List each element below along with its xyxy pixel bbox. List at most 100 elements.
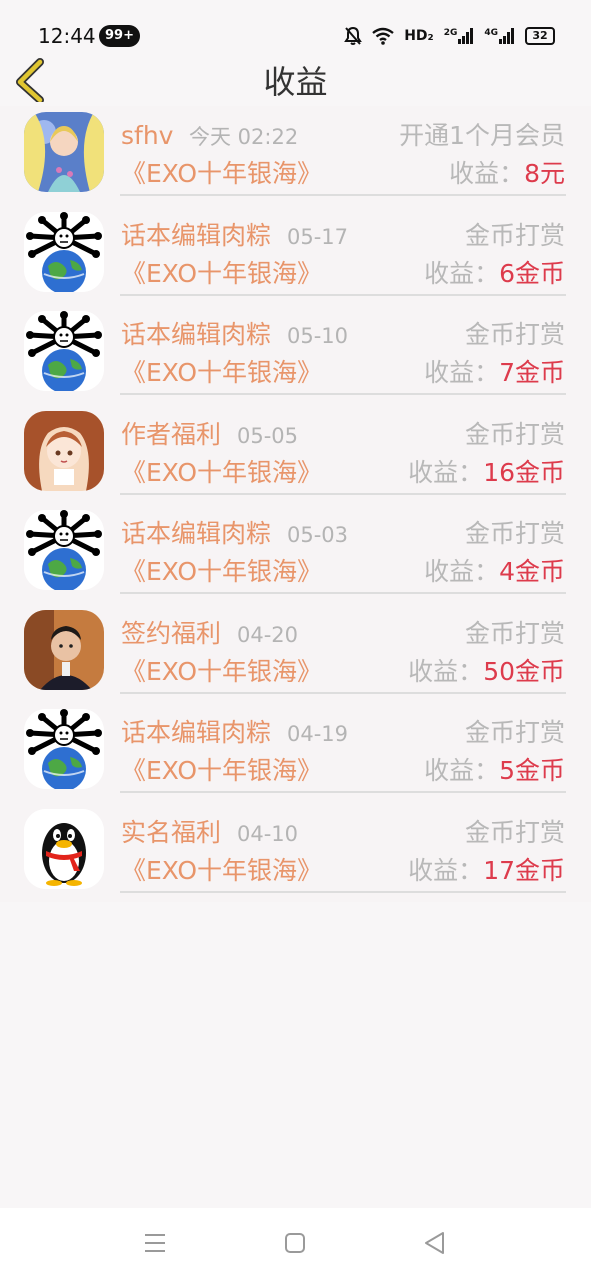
book-title[interactable]: 《EXO十年银海》 [121, 257, 322, 291]
avatar[interactable] [24, 609, 104, 690]
globe-meme-avatar-image [24, 709, 104, 789]
earning-source-name: sfhv [121, 121, 174, 150]
book-title[interactable]: 《EXO十年银海》 [121, 754, 322, 788]
signal-bars-icon [458, 28, 474, 44]
earning-row[interactable]: 话本编辑肉粽 04-19 金币打赏 《EXO十年银海》 收益：5金币 [0, 703, 591, 803]
earning-value: 16金币 [483, 457, 565, 487]
earning-label: 收益： [408, 457, 484, 487]
avatar[interactable] [24, 112, 104, 192]
book-title[interactable]: 《EXO十年银海》 [121, 456, 322, 490]
earning-label: 收益： [449, 159, 525, 188]
earnings-list: sfhv 今天 02:22 开通1个月会员 《EXO十年银海》 收益：8元 话本… [0, 106, 591, 902]
earning-amount: 收益：5金币 [424, 754, 565, 788]
menu-button[interactable] [140, 1228, 170, 1258]
earning-source-name: 话本编辑肉粽 [121, 519, 272, 548]
earning-row[interactable]: 话本编辑肉粽 05-03 金币打赏 《EXO十年银海》 收益：4金币 [0, 504, 591, 604]
earning-type: 金币打赏 [464, 419, 565, 449]
earning-label: 收益： [424, 756, 500, 785]
avatar[interactable] [24, 410, 104, 491]
menu-icon [145, 1234, 165, 1252]
earning-value: 8元 [524, 159, 565, 188]
earning-value: 6金币 [499, 258, 565, 288]
earning-row[interactable]: 实名福利 04-10 金币打赏 《EXO十年银海》 收益：17金币 [0, 803, 591, 903]
earning-amount: 收益：8元 [449, 157, 565, 191]
avatar[interactable] [24, 311, 104, 391]
triangle-back-icon [425, 1232, 444, 1254]
anime-girl-avatar-image [24, 410, 104, 491]
nav-back-button[interactable] [420, 1228, 450, 1258]
globe-meme-avatar-image [24, 211, 104, 292]
header: 收益 [0, 54, 591, 106]
status-time: 12:44 [38, 24, 96, 48]
square-home-icon [285, 1233, 305, 1253]
avatar[interactable] [24, 709, 104, 789]
bell-muted-icon [344, 26, 363, 45]
notification-count-badge: 99+ [99, 25, 140, 47]
avatar[interactable] [24, 510, 104, 590]
earning-type: 金币打赏 [464, 220, 565, 250]
earning-source-name: 实名福利 [121, 817, 222, 847]
battery-icon: 32 [525, 27, 555, 45]
earning-label: 收益： [408, 855, 484, 885]
book-title[interactable]: 《EXO十年银海》 [121, 854, 322, 888]
earning-row[interactable]: 作者福利 05-05 金币打赏 《EXO十年银海》 收益：16金币 [0, 405, 591, 505]
earning-type: 开通1个月会员 [399, 121, 565, 150]
book-title[interactable]: 《EXO十年银海》 [121, 157, 322, 191]
hd-label: HD₂ [404, 28, 434, 44]
earning-date: 04-19 [287, 722, 349, 746]
earning-date: 05-17 [287, 224, 349, 249]
earning-amount: 收益：4金币 [424, 555, 565, 589]
earning-amount: 收益：7金币 [424, 356, 565, 390]
earning-type: 金币打赏 [464, 320, 565, 349]
book-title[interactable]: 《EXO十年银海》 [121, 356, 322, 390]
row-divider [120, 691, 566, 694]
avatar[interactable] [24, 211, 104, 292]
row-divider [120, 194, 566, 196]
earning-label: 收益： [424, 358, 500, 387]
qq-penguin-avatar-image [24, 808, 104, 889]
earning-label: 收益： [424, 557, 500, 586]
earning-date: 04-10 [237, 821, 299, 846]
earning-row[interactable]: sfhv 今天 02:22 开通1个月会员 《EXO十年银海》 收益：8元 [0, 106, 591, 206]
row-divider [120, 492, 566, 495]
row-divider [120, 393, 566, 395]
earning-value: 17金币 [483, 855, 565, 885]
signal-bars-icon [499, 28, 514, 44]
signal-4g: 4G [484, 28, 515, 44]
earning-value: 50金币 [483, 656, 565, 686]
earning-amount: 收益：50金币 [408, 655, 565, 689]
earning-date: 05-03 [287, 523, 349, 547]
earning-source-name: 话本编辑肉粽 [121, 320, 272, 349]
status-icons: HD₂ 2G 4G 32 [344, 22, 555, 50]
earning-value: 7金币 [499, 358, 565, 387]
net-4g-label: 4G [484, 28, 498, 38]
earning-date: 今天 02:22 [189, 125, 299, 149]
man-photo-avatar-image [24, 609, 104, 690]
earning-value: 4金币 [499, 557, 565, 586]
mermaid-avatar-image [24, 112, 104, 192]
earning-amount: 收益：16金币 [408, 456, 565, 490]
row-divider [120, 791, 566, 793]
earning-source-name: 话本编辑肉粽 [121, 718, 272, 747]
signal-2g: 2G [444, 28, 475, 44]
earning-amount: 收益：6金币 [424, 257, 565, 291]
avatar[interactable] [24, 808, 104, 889]
book-title[interactable]: 《EXO十年银海》 [121, 555, 322, 589]
earning-row[interactable]: 话本编辑肉粽 05-17 金币打赏 《EXO十年银海》 收益：6金币 [0, 206, 591, 306]
earning-type: 金币打赏 [464, 718, 565, 747]
earning-amount: 收益：17金币 [408, 854, 565, 888]
home-button[interactable] [280, 1228, 310, 1258]
earning-type: 金币打赏 [464, 618, 565, 648]
row-divider [120, 890, 566, 893]
earning-type: 金币打赏 [464, 519, 565, 548]
earning-value: 5金币 [499, 756, 565, 785]
earning-row[interactable]: 话本编辑肉粽 05-10 金币打赏 《EXO十年银海》 收益：7金币 [0, 305, 591, 405]
system-nav-bar [0, 1208, 591, 1280]
status-bar: 12:44 99+ HD₂ 2G 4G 32 [0, 0, 591, 54]
earning-label: 收益： [408, 656, 484, 686]
book-title[interactable]: 《EXO十年银海》 [121, 655, 322, 689]
earning-row[interactable]: 签约福利 04-20 金币打赏 《EXO十年银海》 收益：50金币 [0, 604, 591, 704]
earning-label: 收益： [424, 258, 500, 288]
earning-source-name: 作者福利 [121, 419, 222, 449]
net-2g-label: 2G [443, 28, 458, 38]
